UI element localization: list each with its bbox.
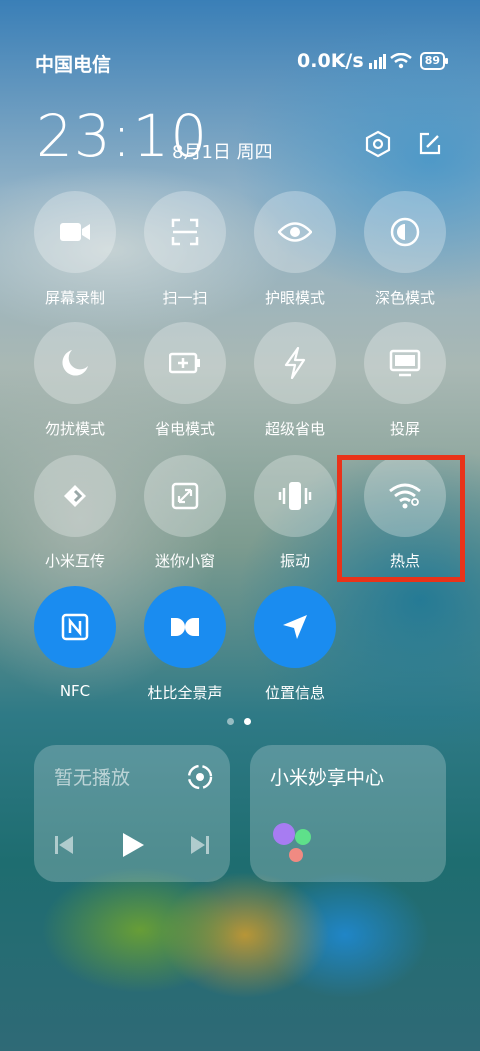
tile-label-screen-cast: 投屏 xyxy=(389,420,420,438)
tile-label-mini-window: 迷你小窗 xyxy=(154,552,215,570)
moon-icon xyxy=(62,350,88,376)
tile-screen-cast[interactable] xyxy=(364,322,446,404)
date[interactable]: 8月1日 周四 xyxy=(172,138,273,164)
network-speed: 0.0K/s xyxy=(297,50,364,72)
media-title: 暂无播放 xyxy=(54,767,131,789)
play-icon[interactable] xyxy=(121,832,145,858)
scan-icon xyxy=(171,218,199,246)
video-camera-icon xyxy=(60,223,90,241)
battery-indicator: 89 xyxy=(419,52,449,70)
tile-screen-record[interactable] xyxy=(34,191,116,273)
mi-share-center-title: 小米妙享中心 xyxy=(270,767,385,789)
mini-window-icon xyxy=(171,482,199,510)
hotspot-highlight-box xyxy=(337,455,465,582)
tile-location[interactable] xyxy=(254,586,336,668)
status-icons: 0.0K/s 89 xyxy=(297,50,449,72)
tile-label-scan: 扫一扫 xyxy=(162,289,208,307)
tile-label-battery-saver: 省电模式 xyxy=(154,420,215,438)
tile-label-dolby: 杜比全景声 xyxy=(147,684,223,702)
tile-vibrate[interactable] xyxy=(254,455,336,537)
tile-dolby[interactable] xyxy=(144,586,226,668)
tile-label-ultra-saver: 超级省电 xyxy=(264,420,325,438)
edit-icon[interactable] xyxy=(414,128,446,160)
settings-icon[interactable] xyxy=(362,128,394,160)
page-dot-active[interactable] xyxy=(244,718,251,725)
tile-label-do-not-disturb: 勿扰模式 xyxy=(44,420,105,438)
tile-do-not-disturb[interactable] xyxy=(34,322,116,404)
mi-share-icon xyxy=(64,485,86,507)
previous-track-icon[interactable] xyxy=(54,835,74,855)
tile-label-dark-mode: 深色模式 xyxy=(374,289,435,307)
location-icon xyxy=(283,615,307,639)
cast-audio-icon[interactable] xyxy=(186,763,214,791)
carrier-name: 中国电信 xyxy=(35,54,112,76)
dark-mode-icon xyxy=(390,217,420,247)
tile-scan[interactable] xyxy=(144,191,226,273)
mi-share-center-card[interactable]: 小米妙享中心 xyxy=(250,745,446,882)
vibrate-icon xyxy=(278,482,312,510)
page-dot[interactable] xyxy=(227,718,234,725)
battery-saver-icon xyxy=(169,352,200,374)
wifi-icon xyxy=(389,53,412,69)
tile-nfc[interactable] xyxy=(34,586,116,668)
status-bar: 中国电信 0.0K/s 89 xyxy=(35,50,449,80)
tile-battery-saver[interactable] xyxy=(144,322,226,404)
tile-label-screen-record: 屏幕录制 xyxy=(44,289,105,307)
tile-ultra-saver[interactable] xyxy=(254,322,336,404)
tile-mini-window[interactable] xyxy=(144,455,226,537)
media-player-card[interactable]: 暂无播放 xyxy=(34,745,230,882)
eye-icon xyxy=(278,222,312,242)
tile-label-nfc: NFC xyxy=(59,682,91,700)
tile-eye-care[interactable] xyxy=(254,191,336,273)
screen-cast-icon xyxy=(389,349,421,377)
tile-label-location: 位置信息 xyxy=(264,684,325,702)
nfc-icon xyxy=(61,613,89,641)
lightning-icon xyxy=(284,347,306,379)
tile-label-mi-share: 小米互传 xyxy=(44,552,105,570)
tile-label-eye-care: 护眼模式 xyxy=(264,289,325,307)
next-track-icon[interactable] xyxy=(190,835,210,855)
mi-share-center-logo-icon xyxy=(273,823,311,862)
tile-dark-mode[interactable] xyxy=(364,191,446,273)
tile-mi-share[interactable] xyxy=(34,455,116,537)
page-indicator xyxy=(227,718,251,725)
dolby-icon xyxy=(171,618,199,636)
signal-icon xyxy=(368,54,386,69)
